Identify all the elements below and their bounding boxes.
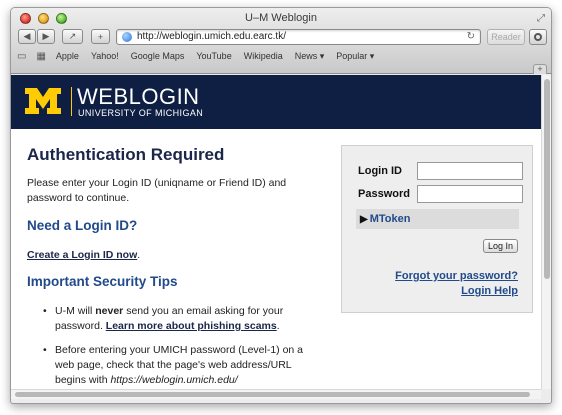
login-form: Login ID Password ▶ MToken Log In Forgot …: [341, 145, 533, 313]
bookmark-popular[interactable]: Popular ▾: [336, 51, 374, 62]
downloads-button[interactable]: [529, 29, 547, 45]
vertical-scrollbar-thumb[interactable]: [544, 79, 550, 279]
bookmark-youtube[interactable]: YouTube: [196, 51, 231, 61]
address-bar[interactable]: http://weblogin.umich.edu.earc.tk/ ↻: [116, 29, 481, 45]
grid-icon[interactable]: ▦: [36, 51, 45, 62]
login-id-label: Login ID: [358, 165, 402, 177]
horizontal-scrollbar[interactable]: [11, 389, 541, 399]
login-help-link[interactable]: Login Help: [461, 285, 518, 297]
url-text[interactable]: http://weblogin.umich.edu.earc.tk/: [137, 31, 286, 42]
page-title: Authentication Required: [27, 145, 225, 164]
reader-button[interactable]: Reader: [487, 29, 525, 45]
tip1-strong: never: [95, 305, 124, 317]
create-login-suffix: .: [137, 249, 141, 261]
book-icon[interactable]: ▭: [17, 51, 26, 62]
bookmark-news[interactable]: News ▾: [295, 51, 325, 62]
bookmark-yahoo[interactable]: Yahoo!: [91, 51, 119, 61]
reload-icon[interactable]: ↻: [467, 31, 475, 42]
intro-text: Please enter your Login ID (uniqname or …: [27, 177, 287, 204]
mtoken-label: MToken: [369, 213, 411, 225]
need-login-heading: Need a Login ID?: [27, 218, 138, 233]
login-button[interactable]: Log In: [483, 239, 518, 253]
login-id-field[interactable]: [417, 162, 523, 180]
tip1-before: U-M will: [55, 305, 96, 317]
password-label: Password: [358, 188, 410, 200]
list-item: U-M will never send you an email asking …: [43, 304, 305, 334]
logo-title: WEBLOGIN: [77, 84, 200, 109]
create-login-link[interactable]: Create a Login ID now: [27, 249, 137, 261]
bookmarks-bar: ▭ ▦ Apple Yahoo! Google Maps YouTube Wik…: [17, 49, 386, 63]
security-tips-heading: Important Security Tips: [27, 274, 178, 289]
forgot-password-link[interactable]: Forgot your password?: [395, 270, 518, 282]
mtoken-toggle[interactable]: ▶ MToken: [356, 209, 519, 229]
back-button[interactable]: ◀: [18, 29, 36, 44]
bookmark-wikipedia[interactable]: Wikipedia: [244, 51, 283, 61]
security-tips-list: U-M will never send you an email asking …: [43, 304, 305, 389]
site-header: WEBLOGIN UNIVERSITY OF MICHIGAN: [11, 75, 541, 129]
tip1-end: .: [276, 320, 280, 332]
add-bookmark-button[interactable]: +: [91, 29, 110, 44]
tip2-url: https://weblogin.umich.edu/: [110, 374, 238, 386]
horizontal-scrollbar-thumb[interactable]: [15, 392, 530, 397]
browser-window: U–M Weblogin ⤢ ◀ ▶ ↗ + http://weblogin.u…: [10, 7, 552, 404]
page-content: WEBLOGIN UNIVERSITY OF MICHIGAN Authenti…: [11, 75, 541, 389]
password-field[interactable]: [417, 185, 523, 203]
window-title: U–M Weblogin: [245, 12, 317, 24]
fullscreen-icon[interactable]: ⤢: [537, 13, 545, 24]
disclosure-triangle-icon: ▶: [360, 214, 368, 225]
bookmark-google-maps[interactable]: Google Maps: [131, 51, 185, 61]
new-tab-button[interactable]: +: [533, 64, 547, 74]
logo-divider: [71, 87, 72, 116]
title-bar: U–M Weblogin ⤢ ◀ ▶ ↗ + http://weblogin.u…: [11, 8, 551, 74]
logo-subtitle: UNIVERSITY OF MICHIGAN: [78, 108, 204, 118]
bookmark-apple[interactable]: Apple: [56, 51, 79, 61]
vertical-scrollbar[interactable]: [541, 75, 551, 389]
globe-icon: [122, 32, 132, 42]
list-item: Before entering your UMICH password (Lev…: [43, 343, 305, 388]
block-m-logo: [25, 88, 61, 114]
create-login-line: Create a Login ID now.: [27, 249, 140, 261]
share-button[interactable]: ↗: [62, 29, 83, 44]
forward-button[interactable]: ▶: [37, 29, 55, 44]
phishing-link[interactable]: Learn more about phishing scams: [106, 320, 277, 332]
downloads-icon: [534, 33, 542, 41]
